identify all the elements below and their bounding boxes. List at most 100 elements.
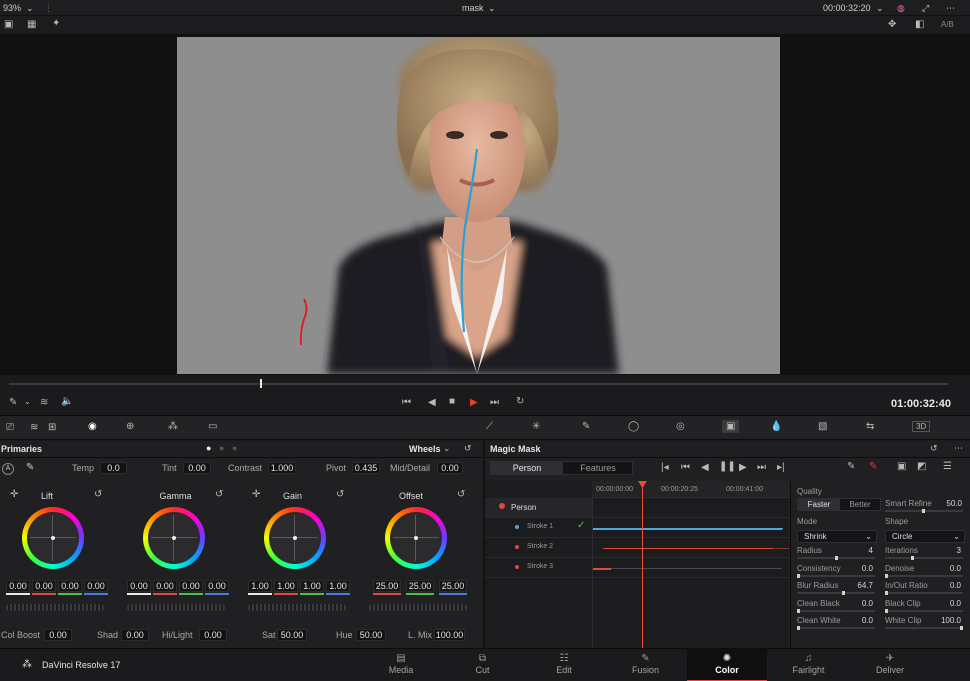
- wheel-value-field[interactable]: 25.00: [406, 580, 434, 592]
- window-icon[interactable]: ◯: [628, 421, 639, 432]
- mode-dropdown[interactable]: Wheels: [409, 444, 441, 454]
- color-wheel-gain[interactable]: [264, 507, 326, 569]
- play-icon[interactable]: ▶: [470, 397, 478, 408]
- color-wheel-offset[interactable]: [385, 507, 447, 569]
- layers-icon[interactable]: ≋: [40, 397, 48, 408]
- qualifier-icon[interactable]: ✎: [582, 421, 590, 432]
- track-forward-frame-icon[interactable]: ▸|: [777, 462, 785, 473]
- mask-track-row[interactable]: Stroke 3: [485, 558, 592, 578]
- wheel-value-field[interactable]: 0.00: [58, 580, 82, 592]
- scrubber-track[interactable]: [9, 383, 948, 385]
- lmix-field[interactable]: 100.00: [434, 629, 465, 641]
- grid-icon[interactable]: ▦: [27, 19, 36, 30]
- color-wheel-gamma[interactable]: [143, 507, 205, 569]
- param-value[interactable]: 64.7: [843, 581, 873, 590]
- eyedropper-icon[interactable]: ✎: [26, 462, 34, 473]
- param-value[interactable]: 0.0: [843, 616, 873, 625]
- hdr-icon[interactable]: ⊕: [126, 421, 134, 432]
- track-forward-icon[interactable]: ▶: [739, 462, 747, 473]
- add-stroke-icon[interactable]: ✎: [847, 461, 855, 472]
- motion-effects-icon[interactable]: ▭: [208, 421, 217, 432]
- tab-person[interactable]: Person: [491, 462, 563, 474]
- mode-select[interactable]: Shrink ⌄: [797, 530, 877, 543]
- contrast-field[interactable]: 1.000: [268, 462, 296, 474]
- param-value[interactable]: 0.0: [843, 599, 873, 608]
- go-to-end-icon[interactable]: ⏭: [490, 397, 499, 408]
- pivot-field[interactable]: 0.435: [352, 462, 380, 474]
- ab-compare-button[interactable]: A/B: [941, 20, 954, 29]
- magic-wand-icon[interactable]: ✦: [52, 18, 60, 29]
- move-icon[interactable]: ✥: [888, 19, 896, 30]
- wheel-value-field[interactable]: 0.00: [127, 580, 151, 592]
- master-wheel-jog[interactable]: [127, 604, 225, 611]
- 3d-icon[interactable]: 3D: [912, 421, 931, 432]
- tracker-icon[interactable]: ◎: [676, 421, 685, 432]
- color-match-icon[interactable]: ⊞: [48, 422, 56, 433]
- page-tab-fairlight[interactable]: ♫ Fairlight: [769, 649, 849, 681]
- shad-field[interactable]: 0.00: [121, 629, 149, 641]
- chevron-down-icon[interactable]: ⌄: [24, 397, 31, 406]
- param-slider[interactable]: [797, 556, 875, 560]
- wheel-value-field[interactable]: 0.00: [84, 580, 108, 592]
- more-icon[interactable]: ⋮: [44, 3, 53, 14]
- wheel-value-field[interactable]: 25.00: [373, 580, 401, 592]
- param-value[interactable]: 0.0: [843, 564, 873, 573]
- shape-select[interactable]: Circle ⌄: [885, 530, 965, 543]
- wheel-value-field[interactable]: 0.00: [179, 580, 203, 592]
- sizing-icon[interactable]: ⇆: [866, 421, 874, 432]
- track-lane[interactable]: [592, 518, 789, 538]
- track-reverse-icon[interactable]: ⏮: [681, 462, 690, 473]
- reset-icon[interactable]: ↺: [930, 443, 938, 454]
- blur-icon[interactable]: 💧: [770, 421, 782, 432]
- mask-track-row[interactable]: Person: [485, 498, 592, 518]
- temp-field[interactable]: 0.0: [100, 462, 127, 474]
- color-wheel-lift[interactable]: [22, 507, 84, 569]
- middetail-field[interactable]: 0.00: [437, 462, 463, 474]
- smart-refine-slider[interactable]: [885, 509, 963, 513]
- reset-icon[interactable]: ↺: [464, 443, 472, 454]
- faster-button[interactable]: Faster: [798, 499, 840, 510]
- track-to-end-icon[interactable]: ⏭: [757, 462, 766, 473]
- chevron-down-icon[interactable]: ⌄: [488, 3, 496, 14]
- video-frame[interactable]: [177, 37, 780, 374]
- crosshair-icon[interactable]: ✛: [10, 489, 18, 500]
- go-to-start-icon[interactable]: ⏮: [402, 397, 411, 408]
- track-back-frame-icon[interactable]: |◂: [661, 462, 669, 473]
- param-slider[interactable]: [885, 608, 963, 613]
- master-wheel-jog[interactable]: [6, 604, 104, 611]
- param-slider[interactable]: [885, 573, 963, 578]
- layers-icon[interactable]: ≋: [30, 422, 38, 433]
- param-slider[interactable]: [885, 556, 963, 560]
- page-tab-cut[interactable]: ⧉ Cut: [443, 649, 523, 681]
- step-reverse-icon[interactable]: ◀: [701, 462, 709, 473]
- rgb-mixer-icon[interactable]: ⁂: [168, 421, 178, 432]
- param-slider[interactable]: [797, 573, 875, 578]
- track-lane[interactable]: [592, 558, 789, 578]
- page-dot[interactable]: ●: [232, 443, 237, 453]
- reset-icon[interactable]: ↺: [457, 489, 465, 500]
- color-warper-icon[interactable]: ✳: [532, 421, 540, 432]
- stop-icon[interactable]: ■: [449, 396, 455, 407]
- wheel-value-field[interactable]: 1.00: [326, 580, 350, 592]
- chevron-down-icon[interactable]: ⌄: [876, 3, 884, 14]
- param-slider[interactable]: [797, 608, 875, 613]
- wheel-value-field[interactable]: 1.00: [274, 580, 298, 592]
- overlay-icon[interactable]: ▣: [897, 461, 906, 472]
- param-value[interactable]: 100.0: [931, 616, 961, 625]
- tint-field[interactable]: 0.00: [183, 462, 211, 474]
- colboost-field[interactable]: 0.00: [44, 629, 72, 641]
- chevron-down-icon[interactable]: ⌄: [443, 443, 451, 454]
- camera-raw-icon[interactable]: ⎚: [6, 422, 14, 433]
- param-slider[interactable]: [797, 626, 875, 630]
- auto-balance-icon[interactable]: A: [2, 463, 14, 475]
- wheel-value-field[interactable]: 0.00: [205, 580, 229, 592]
- split-view-icon[interactable]: ▣: [4, 19, 13, 30]
- pause-icon[interactable]: ❚❚: [719, 461, 736, 472]
- eyedropper-icon[interactable]: ✎: [9, 397, 17, 408]
- page-dot-active[interactable]: ●: [206, 443, 211, 453]
- more-options-icon[interactable]: ⋯: [954, 443, 963, 454]
- track-lane[interactable]: [592, 538, 789, 558]
- magic-mask-icon[interactable]: ▣: [722, 420, 740, 433]
- crosshair-icon[interactable]: ✛: [252, 489, 260, 500]
- clip-name-dropdown[interactable]: mask: [462, 3, 484, 13]
